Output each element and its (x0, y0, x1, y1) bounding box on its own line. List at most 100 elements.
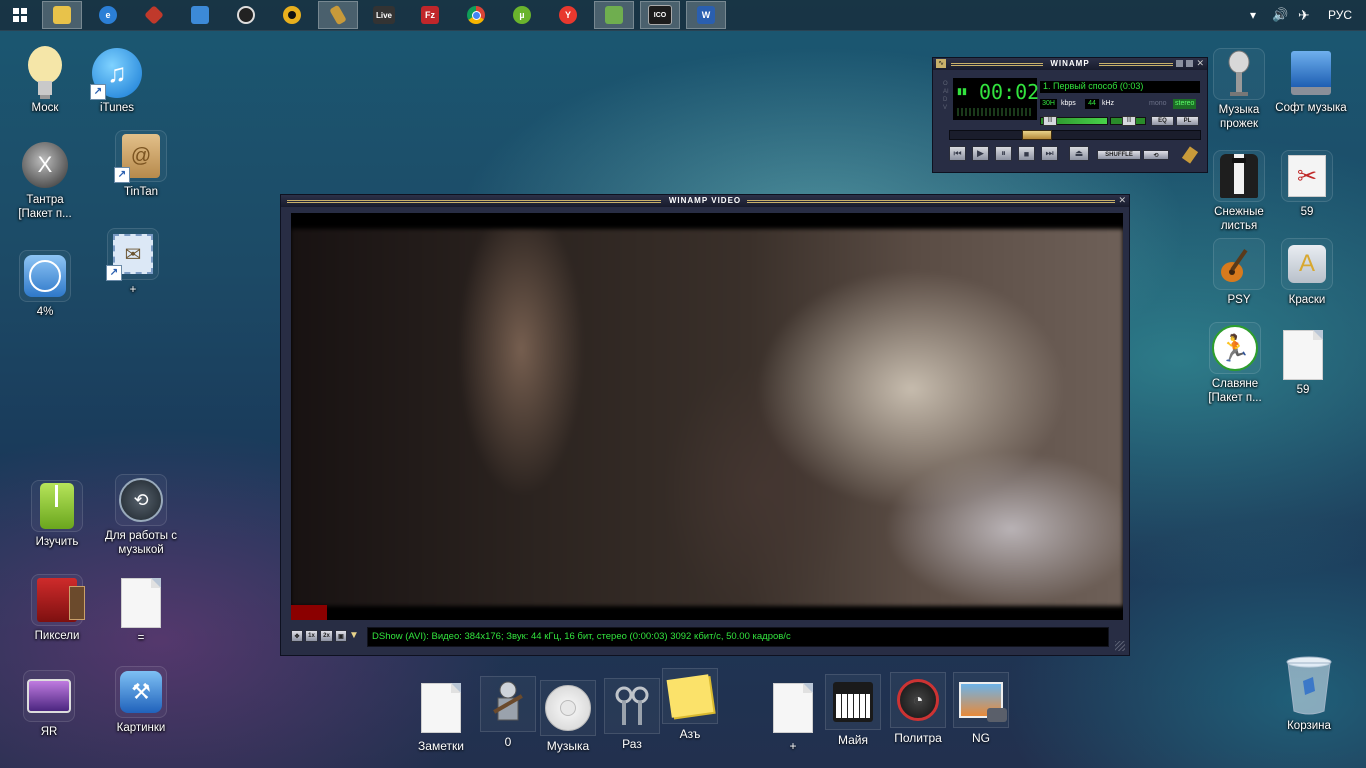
desktop-icon-slavs[interactable]: 🏃 Славяне [Пакет п... (1198, 322, 1272, 405)
icon-label: TinTan (123, 186, 159, 198)
folder-icon (53, 6, 71, 24)
time-display[interactable]: ▮▮ 00:02 (953, 78, 1039, 120)
dock-music[interactable]: Музыка (536, 680, 600, 753)
dock-notes[interactable]: Заметки (409, 680, 473, 753)
start-button[interactable] (0, 1, 40, 29)
tray-chevron[interactable]: ▾ (1250, 0, 1256, 30)
tray-language[interactable]: РУС (1328, 0, 1352, 30)
video-menu-dropdown[interactable]: ▼ (349, 630, 361, 642)
taskbar-app-red[interactable] (134, 1, 174, 29)
desktop-icon-itunes[interactable]: ♫ ↗ iTunes (80, 48, 154, 115)
tv-button[interactable]: ▣ (335, 630, 347, 642)
video-controls: ✥ 1x 2x ▣ ▼ (291, 630, 361, 642)
airplane-mode-icon[interactable]: ✈ (1298, 7, 1310, 24)
tray-volume[interactable]: 🔊 (1272, 0, 1288, 30)
desktop-icon-percent[interactable]: 4% (8, 250, 82, 319)
desktop-icon-paints[interactable]: A Краски (1270, 238, 1344, 307)
taskbar-chrome[interactable] (456, 1, 496, 29)
video-area[interactable] (291, 213, 1123, 620)
taskbar-internet-explorer[interactable]: e (88, 1, 128, 29)
dock-ng[interactable]: NG (949, 672, 1013, 745)
close-icon[interactable]: ✕ (1118, 195, 1126, 206)
tray-airplane[interactable]: ✈ (1298, 0, 1310, 30)
balance-thumb[interactable]: ||| (1122, 116, 1136, 126)
dock-zero[interactable]: 0 (476, 676, 540, 749)
taskbar-app-blue[interactable] (180, 1, 220, 29)
taskbar-file-explorer[interactable] (42, 1, 82, 29)
desktop-icon-59a[interactable]: ✂ 59 (1270, 150, 1344, 219)
taskbar-ico-tool[interactable]: ICO (640, 1, 680, 29)
desktop-icon-moscow[interactable]: Моск (8, 46, 82, 115)
taskbar-app-ring[interactable] (272, 1, 312, 29)
desktop-icon-tintan[interactable]: @ ↗ TinTan (104, 130, 178, 199)
taskbar-yandex-browser[interactable]: Y (548, 1, 588, 29)
desktop-icon-soft-music[interactable]: Софт музыка (1274, 48, 1348, 115)
dock-az[interactable]: Азъ (658, 668, 722, 741)
next-button[interactable]: ⏭ (1041, 146, 1058, 161)
dock-label: 0 (504, 735, 512, 749)
volume-icon[interactable]: 🔊 (1272, 7, 1288, 23)
iphoto-camera-icon (953, 672, 1009, 728)
dock-raz[interactable]: Раз (600, 678, 664, 751)
dock-mayya[interactable]: Майя (821, 674, 885, 747)
pause-button[interactable]: ⏸ (995, 146, 1012, 161)
video-titlebar[interactable]: WINAMP VIDEO ✕ (281, 195, 1129, 207)
desktop-icon-pictures[interactable]: ⚒ Картинки (104, 666, 178, 735)
desktop-icon-plus[interactable]: ✉ ↗ + (96, 228, 170, 297)
fullscreen-button[interactable]: ✥ (291, 630, 303, 642)
winamp-bolt-icon (329, 4, 347, 26)
taskbar-utorrent[interactable]: µ (502, 1, 542, 29)
desktop-icon-psy[interactable]: PSY (1202, 238, 1276, 307)
desktop-icon-equals[interactable]: = (104, 578, 178, 645)
song-title-display[interactable]: 1. Первый способ (0:03) (1040, 81, 1200, 93)
taskbar-app-media[interactable] (226, 1, 266, 29)
language-indicator[interactable]: РУС (1328, 8, 1352, 22)
desktop-icon-music-work[interactable]: ⟲ Для работы с музыкой (104, 474, 178, 557)
seek-bar[interactable] (949, 130, 1201, 140)
icon-label: ЯR (40, 726, 58, 738)
zoom-2x-button[interactable]: 2x (320, 630, 333, 642)
clutterbar[interactable]: OAIDV (943, 80, 951, 120)
balance-slider[interactable]: ||| (1110, 116, 1146, 126)
repeat-button[interactable]: ⟲ (1143, 150, 1169, 160)
photo-booth-icon (31, 574, 85, 626)
eq-toggle-button[interactable]: EQ (1151, 116, 1174, 126)
resize-grip[interactable] (1115, 641, 1125, 651)
shade-icon[interactable] (1186, 60, 1193, 67)
volume-thumb[interactable]: ||| (1043, 116, 1057, 126)
taskbar-live[interactable]: Live (364, 1, 404, 29)
taskbar-app-images[interactable] (594, 1, 634, 29)
desktop-icon-recycle-bin[interactable]: Корзина (1272, 654, 1346, 733)
playlist-toggle-button[interactable]: PL (1176, 116, 1199, 126)
desktop-icon-tantra[interactable]: X Тантра [Пакет п... (8, 140, 82, 221)
desktop-icon-ya[interactable]: ЯR (12, 670, 86, 739)
desktop-icon-music-proj[interactable]: Музыка прожек (1202, 48, 1276, 131)
icon-label: Изучить (35, 536, 79, 548)
dock-label: Раз (622, 737, 642, 751)
taskbar-word[interactable]: W (686, 1, 726, 29)
desktop-icon-study[interactable]: Изучить (20, 480, 94, 549)
desktop-icon-snow-leaves[interactable]: Снежные листья (1202, 150, 1276, 233)
visualizer[interactable] (957, 108, 1031, 116)
close-icon[interactable]: ✕ (1196, 58, 1204, 69)
eject-button[interactable]: ⏏ (1069, 146, 1089, 161)
chevron-down-icon[interactable]: ▾ (1250, 8, 1256, 22)
seek-thumb[interactable] (1022, 130, 1052, 140)
previous-button[interactable]: ⏮ (949, 146, 966, 161)
minimize-icon[interactable] (1176, 60, 1183, 67)
desktop-icon-59b[interactable]: 59 (1266, 330, 1340, 397)
play-button[interactable]: ▶ (972, 146, 989, 161)
stop-icon: ■ (1023, 148, 1030, 159)
stop-button[interactable]: ■ (1018, 146, 1035, 161)
winamp-logo-icon[interactable] (1181, 146, 1199, 164)
taskbar-filezilla[interactable]: Fz (410, 1, 450, 29)
zoom-1x-button[interactable]: 1x (305, 630, 318, 642)
desktop-icon-pixels[interactable]: Пиксели (20, 574, 94, 643)
winamp-titlebar[interactable]: ∿ WINAMP ✕ (933, 58, 1207, 70)
taskbar-winamp[interactable] (318, 1, 358, 29)
shuffle-button[interactable]: SHUFFLE (1097, 150, 1141, 160)
icon-label: Музыка прожек (1218, 104, 1260, 130)
dock-plus[interactable]: + (761, 680, 825, 753)
dock-polytra[interactable]: ◔ Политра (886, 672, 950, 745)
volume-slider[interactable]: ||| (1040, 116, 1108, 126)
